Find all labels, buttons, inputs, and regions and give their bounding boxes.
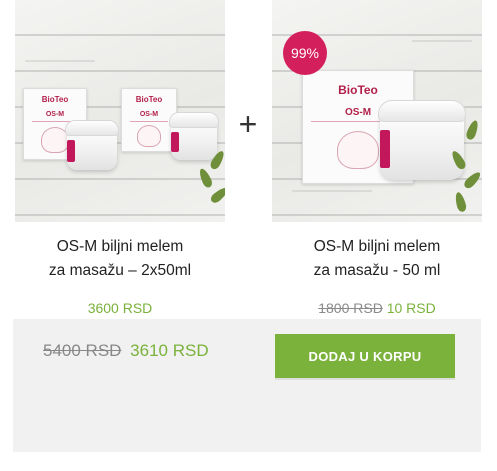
- wood-texture: [292, 190, 372, 192]
- product-title-line: OS-M biljni melem: [313, 238, 441, 255]
- product-image-2[interactable]: BioTeo OS-M 99%: [272, 0, 482, 222]
- product-card-1: BioTeo OS-M BioTeo OS-M OS-M biljni mele…: [15, 0, 225, 316]
- cream-jar: [378, 100, 466, 180]
- leaf-decoration: [462, 169, 482, 191]
- brand-logo: BioTeo: [41, 95, 69, 104]
- discount-badge: 99%: [283, 31, 327, 75]
- add-to-cart-button[interactable]: DODAJ U KORPU: [275, 334, 455, 378]
- old-price: 1800 RSD: [318, 300, 383, 316]
- jar-lid: [169, 112, 219, 128]
- wood-texture: [412, 40, 472, 42]
- product-title-2[interactable]: OS-M biljni melem za masažu - 50 ml: [272, 235, 482, 283]
- product-title-line: OS-M biljni melem: [56, 238, 184, 255]
- old-total: 5400 RSD: [43, 341, 122, 360]
- product-title-line: za masažu – 2x50ml: [48, 262, 192, 279]
- cream-jar: [65, 120, 119, 170]
- product-image-1[interactable]: BioTeo OS-M BioTeo OS-M: [15, 0, 225, 222]
- price-value: 10 RSD: [386, 300, 436, 316]
- jar-label: [171, 132, 179, 152]
- product-price-1: 3600 RSD: [15, 300, 225, 316]
- bundle-summary: 5400 RSD 3610 RSD DODAJ U KORPU: [13, 319, 481, 452]
- box-divider: [130, 121, 168, 122]
- brand-logo: BioTeo: [135, 95, 163, 104]
- plus-icon: +: [238, 106, 258, 142]
- leaf-decoration: [464, 119, 481, 141]
- jar-lid: [378, 100, 466, 122]
- body-graphic-icon: [137, 125, 161, 147]
- new-total: 3610 RSD: [130, 341, 209, 360]
- product-mark: OS-M: [45, 111, 65, 118]
- jar-label: [380, 130, 390, 168]
- leaf-decoration: [197, 167, 214, 189]
- product-card-2: BioTeo OS-M 99% OS-M biljni melem za mas…: [272, 0, 482, 316]
- price-value: 3600 RSD: [87, 300, 153, 316]
- bundle-total: 5400 RSD 3610 RSD: [43, 341, 209, 361]
- leaf-decoration: [453, 191, 468, 213]
- cream-jar: [169, 112, 219, 160]
- jar-lid: [65, 120, 119, 136]
- wood-texture: [25, 60, 95, 62]
- product-mark: OS-M: [139, 111, 159, 118]
- body-graphic-icon: [337, 131, 379, 169]
- product-title-1[interactable]: OS-M biljni melem za masažu – 2x50ml: [15, 235, 225, 283]
- jar-label: [67, 140, 75, 162]
- product-title-line: za masažu - 50 ml: [313, 262, 441, 279]
- product-price-2: 1800 RSD 10 RSD: [272, 300, 482, 316]
- brand-logo: BioTeo: [338, 83, 378, 97]
- leaf-decoration: [208, 185, 225, 205]
